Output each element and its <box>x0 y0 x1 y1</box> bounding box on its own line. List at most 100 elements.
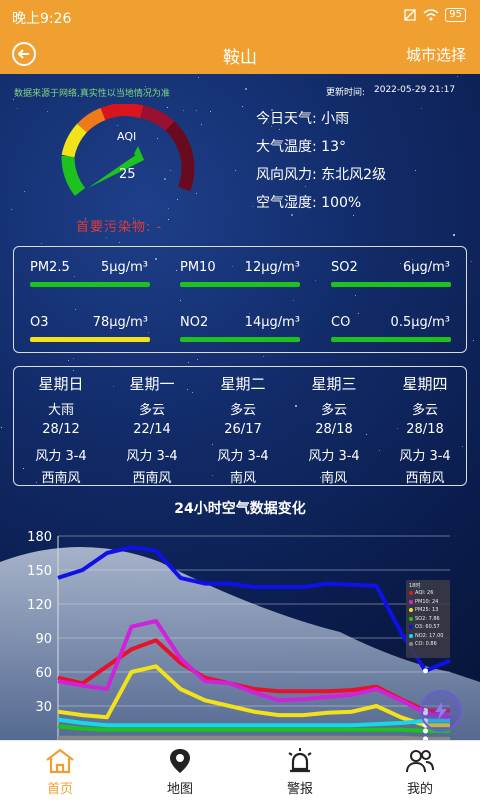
pollutant-bar-so2 <box>331 282 451 287</box>
forecast-dir: 南风 <box>229 471 256 486</box>
y-tick-label: 60 <box>35 666 52 681</box>
battery-icon: 95 <box>445 8 466 22</box>
pollutant-bar-pm25 <box>30 282 150 287</box>
star <box>473 340 474 341</box>
forecast-temp: 28/12 <box>42 422 80 437</box>
pollutant-bar-co <box>331 337 451 342</box>
star <box>188 362 189 363</box>
tooltip-row: NO2: 17.00 <box>409 632 447 641</box>
alarm-off-icon <box>404 9 416 21</box>
lightning-icon <box>435 702 447 720</box>
nav-item-profile[interactable]: 我的 <box>360 741 480 800</box>
status-icons: 95 <box>403 8 466 22</box>
star <box>245 88 247 90</box>
star <box>1 427 2 428</box>
pollutant-name-so2: SO2 <box>331 260 358 275</box>
tooltip-row: CO: 0.86 <box>409 640 447 649</box>
tooltip-value: AQI: 26 <box>415 590 434 596</box>
star <box>11 209 12 210</box>
pollutant-panel: PM2.5 5μg/m³ PM10 12μg/m³ SO2 6μg/m³ O3 … <box>13 246 467 353</box>
forecast-day: 星期四 <box>402 375 448 393</box>
pollutant-name-o3: O3 <box>30 315 49 330</box>
forecast-wind: 风力 3-4 <box>35 449 87 464</box>
nav-label-profile: 我的 <box>406 782 433 797</box>
aqi-value: 25 <box>119 167 136 182</box>
alarm-icon <box>288 748 312 773</box>
tooltip-value: PM25: 13 <box>415 607 439 613</box>
forecast-weather: 多云 <box>411 403 438 418</box>
forecast-dir: 南风 <box>320 471 347 486</box>
forecast-temp: 26/17 <box>224 422 262 437</box>
pollutant-name-pm25: PM2.5 <box>30 260 70 275</box>
tooltip-dot <box>409 633 413 638</box>
forecast-weather: 大雨 <box>47 403 74 418</box>
tooltip-dot <box>409 591 413 596</box>
home-icon <box>46 748 74 774</box>
gauge-needle <box>88 152 144 188</box>
bottom-nav: 首页 地图 警报 我的 <box>0 740 480 800</box>
star <box>415 170 416 171</box>
nav-item-map[interactable]: 地图 <box>120 741 240 800</box>
star <box>263 356 264 357</box>
pollutant-name-pm10: PM10 <box>180 260 216 275</box>
floating-action-button[interactable] <box>420 690 462 732</box>
weather-today: 今日天气: 小雨 <box>256 111 350 127</box>
status-bar: 晚上9:26 95 <box>0 0 480 34</box>
app-header: 鞍山 城市选择 <box>0 34 480 74</box>
nav-label-home: 首页 <box>46 782 73 797</box>
weather-wind: 风向风力: 东北风2级 <box>256 167 387 183</box>
star <box>291 214 293 216</box>
y-tick-label: 180 <box>27 530 52 545</box>
tooltip-dot <box>409 608 413 613</box>
forecast-wind: 风力 3-4 <box>217 449 269 464</box>
aqi-gauge <box>61 104 195 196</box>
forecast-day: 星期一 <box>129 375 175 393</box>
star <box>457 76 458 77</box>
tooltip-value: CO: 0.86 <box>415 641 437 647</box>
forecast-day: 星期二 <box>220 375 266 393</box>
tooltip-row: PM25: 13 <box>409 606 447 615</box>
pollutant-bar-no2 <box>180 337 300 342</box>
forecast-wind: 风力 3-4 <box>308 449 360 464</box>
star <box>305 186 306 187</box>
tooltip-row: SO2: 7.86 <box>409 615 447 624</box>
forecast-weather: 多云 <box>138 403 165 418</box>
forecast-temp: 28/18 <box>406 422 444 437</box>
tooltip-row: AQI: 26 <box>409 589 447 598</box>
star <box>235 170 236 171</box>
star <box>242 106 243 107</box>
star <box>279 129 280 130</box>
forecast-wind: 风力 3-4 <box>399 449 451 464</box>
tooltip-row: PM10: 24 <box>409 598 447 607</box>
city-select-button[interactable]: 城市选择 <box>406 44 466 65</box>
tooltip-value: SO2: 7.86 <box>415 615 440 622</box>
star <box>106 237 107 238</box>
update-label: 更新时间: <box>326 88 366 98</box>
nav-item-home[interactable]: 首页 <box>0 741 120 800</box>
star <box>41 243 42 244</box>
tooltip-dot <box>409 642 413 647</box>
forecast-dir: 西南风 <box>132 471 172 486</box>
forecast-weather: 多云 <box>229 403 256 418</box>
tooltip-value: PM10: 24 <box>415 598 439 605</box>
forecast-weather: 多云 <box>320 403 347 418</box>
star <box>73 358 74 359</box>
star <box>210 111 211 112</box>
star <box>198 77 199 78</box>
users-icon <box>406 750 434 773</box>
tooltip-dot <box>409 625 413 630</box>
update-time: 2022-05-29 21:17 <box>374 85 456 95</box>
nav-item-alarm[interactable]: 警报 <box>240 741 360 800</box>
forecast-day: 星期日 <box>38 375 84 393</box>
star <box>68 360 69 361</box>
star <box>47 111 48 112</box>
pollutant-name-co: CO <box>331 315 351 330</box>
y-tick-label: 150 <box>27 564 52 579</box>
star <box>197 359 198 360</box>
weather-temperature: 大气温度: 13° <box>256 139 346 155</box>
weather-humidity: 空气湿度: 100% <box>256 195 362 211</box>
star <box>24 191 25 192</box>
forecast-day: 星期三 <box>311 375 357 393</box>
series-point-o3 <box>423 668 428 674</box>
star <box>353 215 354 216</box>
